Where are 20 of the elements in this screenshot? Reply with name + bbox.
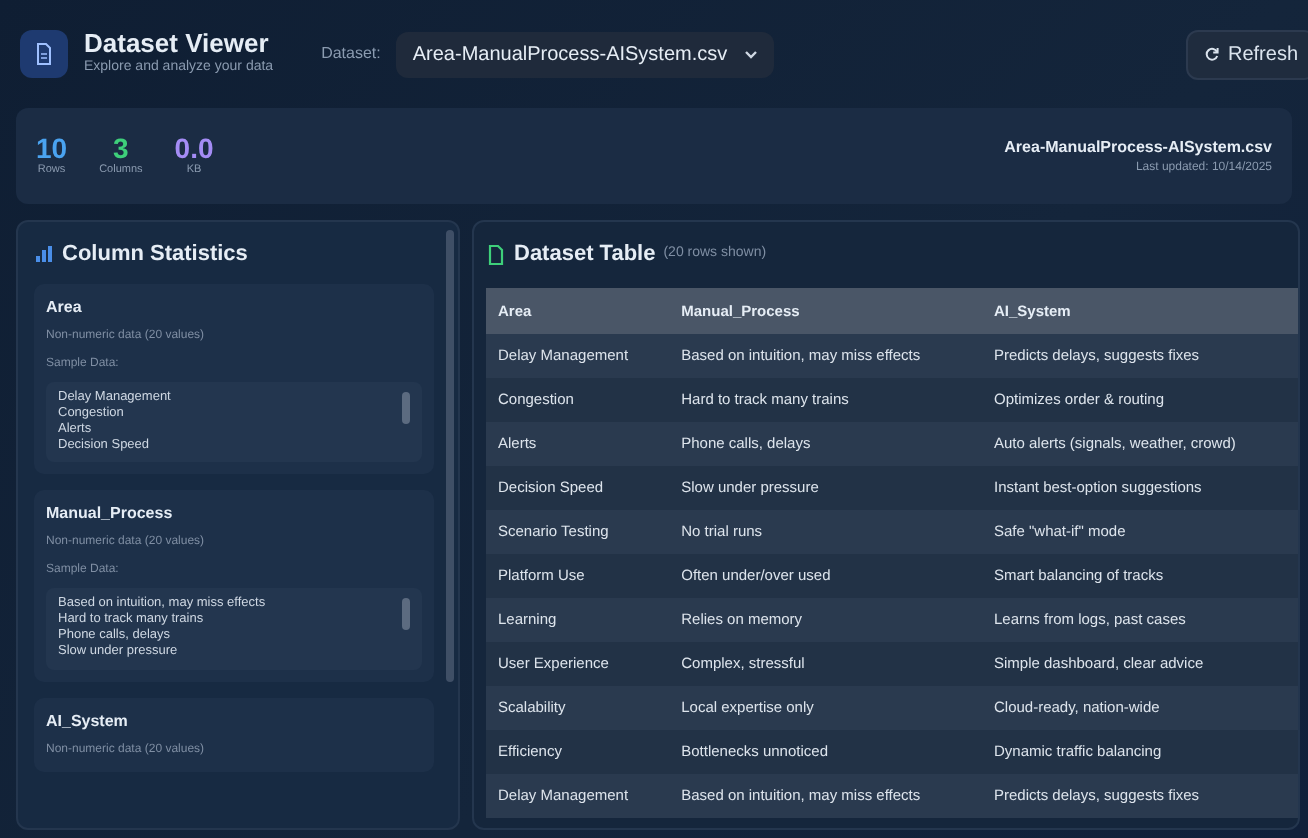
column-name: Area [46, 295, 84, 319]
file-icon [20, 30, 68, 78]
caret-icon [743, 49, 758, 59]
stat-value: 10 [36, 133, 68, 162]
dataset-label: Dataset: [321, 42, 381, 66]
file-icon [486, 243, 506, 266]
bar-chart-icon [34, 244, 54, 265]
dataset-dropdown[interactable]: Area-ManualProcess-AISystem.csv [396, 31, 774, 77]
column-name: Manual_Process [46, 502, 175, 526]
scrollbar-thumb [402, 391, 410, 423]
panel-title: Column Statistics [62, 240, 248, 270]
scrollbar-thumb [402, 598, 410, 630]
app-title: Dataset Viewer [84, 29, 271, 58]
panel-title: Dataset Table [514, 240, 656, 270]
stat-value: 3 [111, 133, 131, 162]
stat-value: 0.0 [174, 133, 214, 162]
file-name: Area-ManualProcess-AISystem.csv [1004, 135, 1272, 159]
column-name: AI_System [46, 709, 130, 733]
refresh-icon [1203, 46, 1220, 62]
refresh-button[interactable]: Refresh [1185, 29, 1308, 79]
